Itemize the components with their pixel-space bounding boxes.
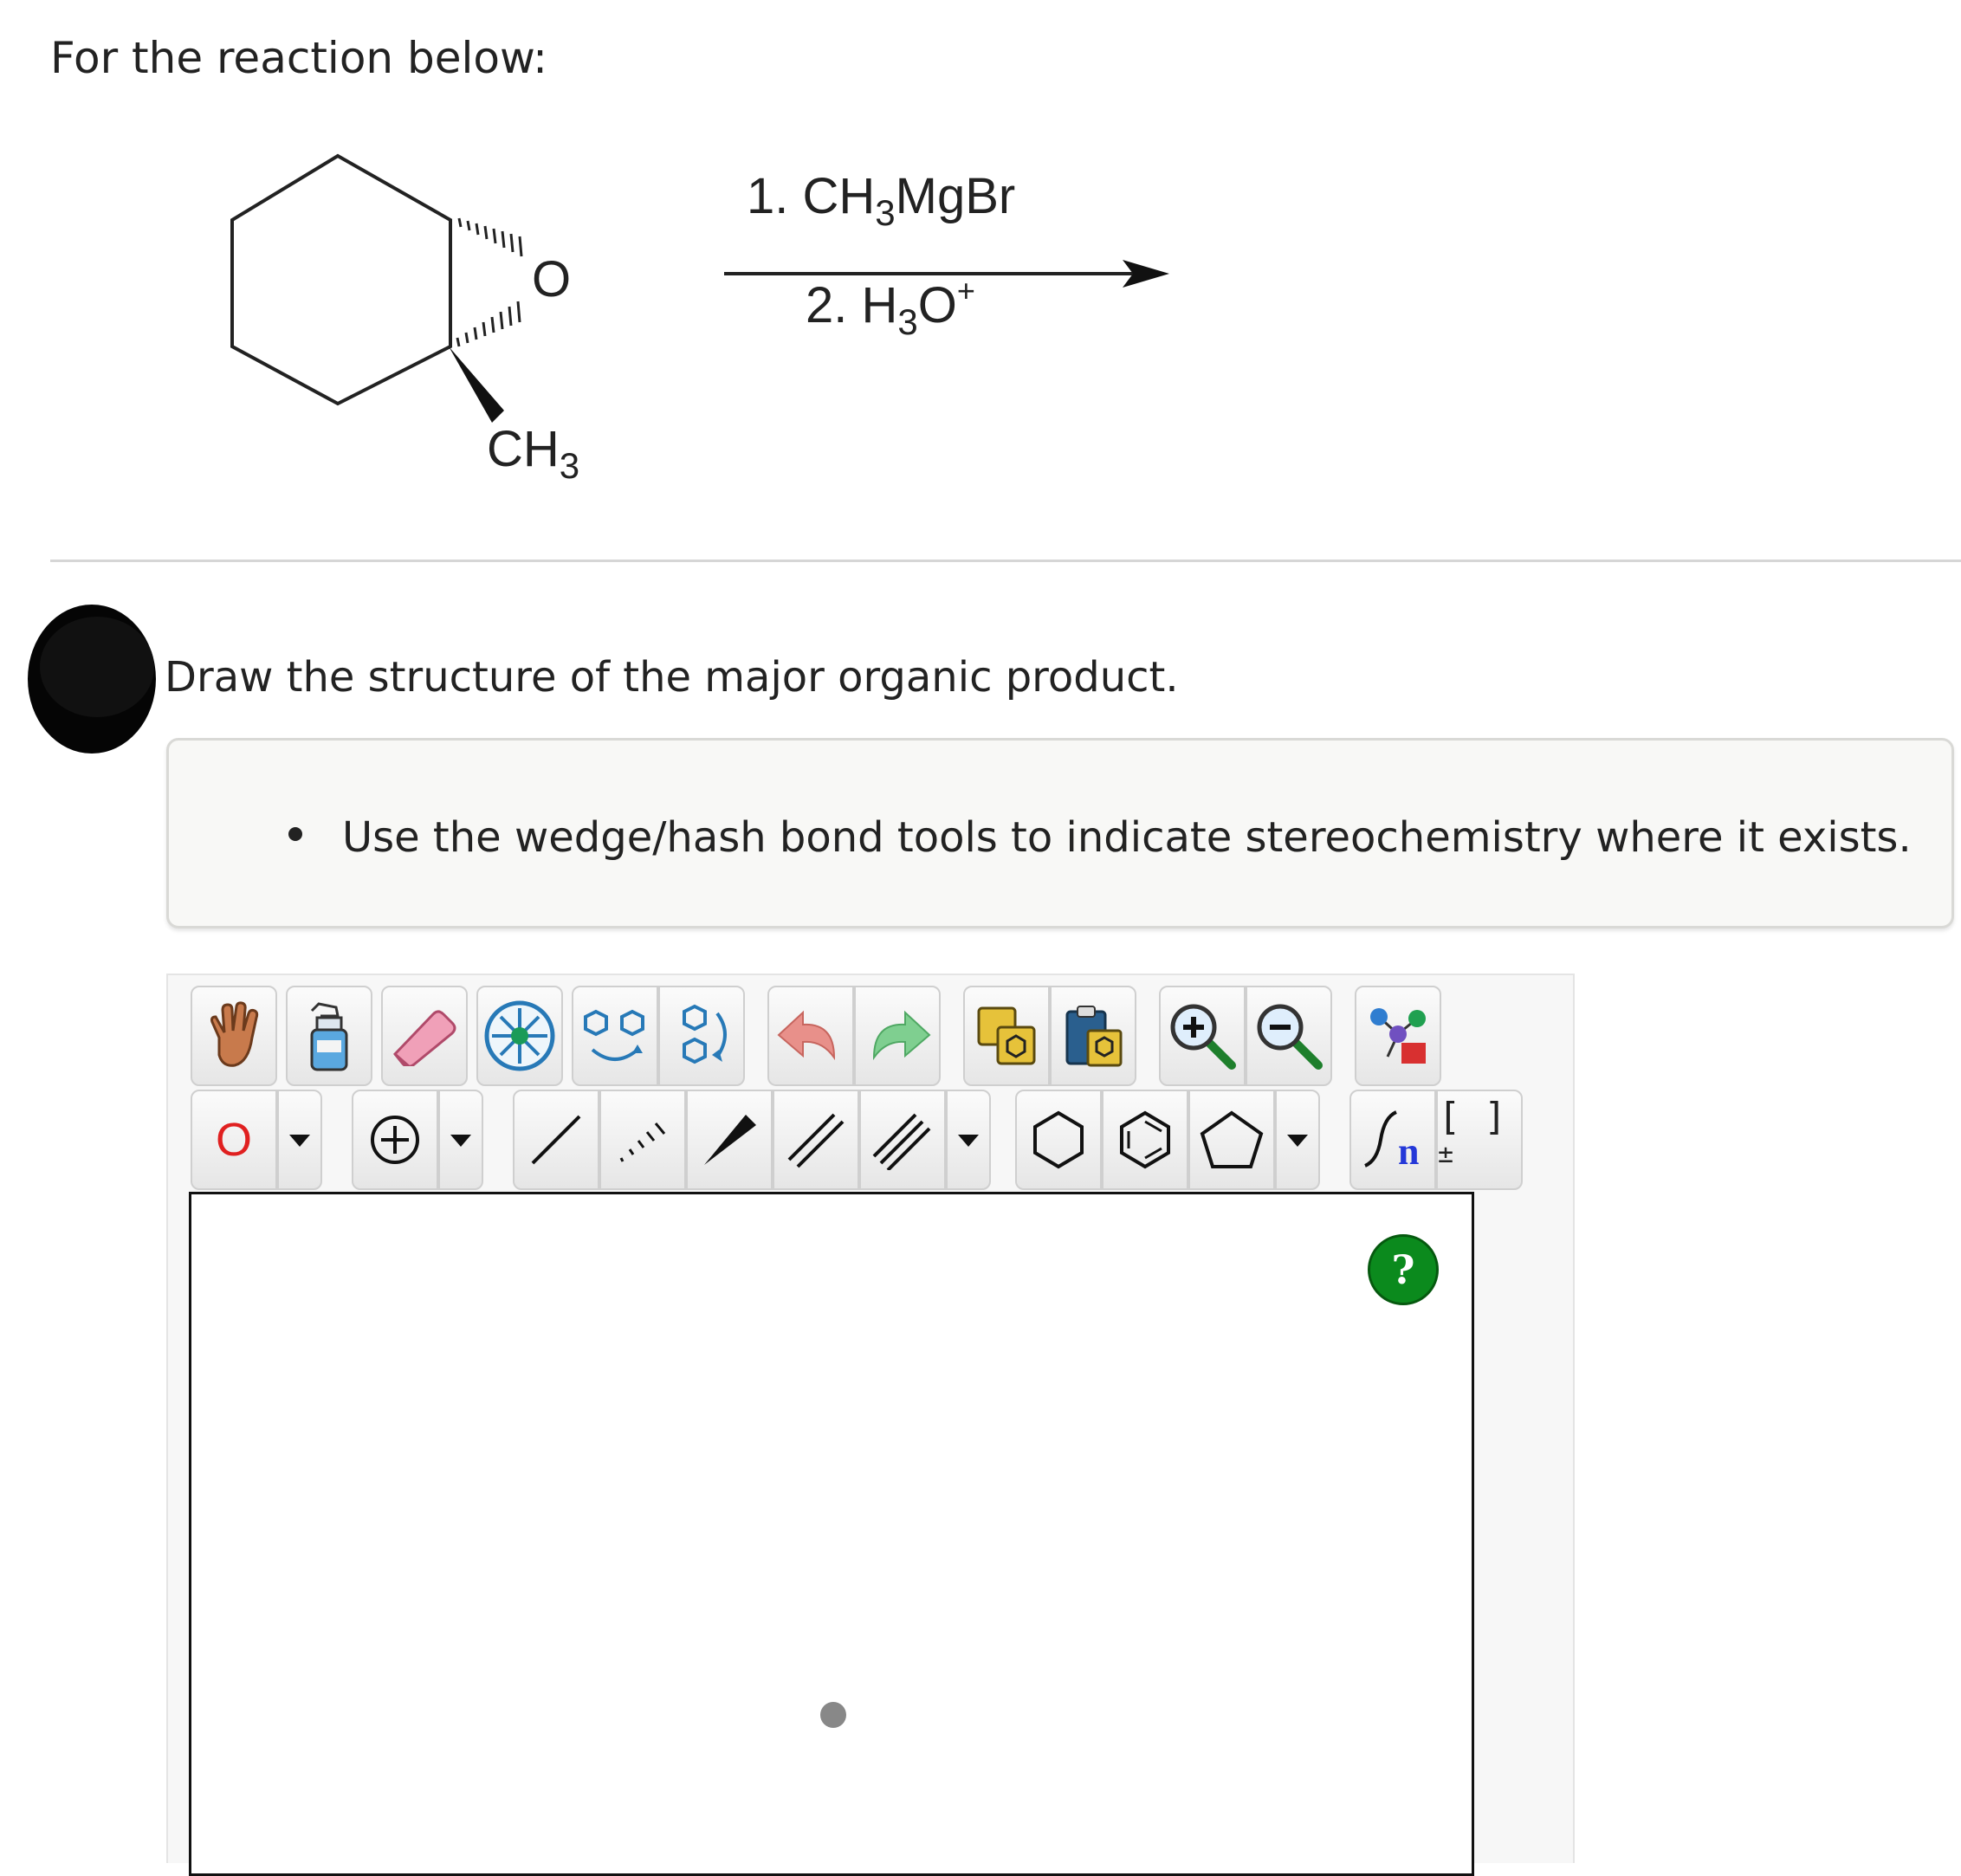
charge-button[interactable] <box>352 1090 438 1190</box>
undo-button[interactable] <box>767 986 854 1086</box>
hashed-bond-lower <box>456 301 521 347</box>
pentagon-icon <box>1200 1110 1264 1168</box>
hash-bond-button[interactable] <box>599 1090 686 1190</box>
question-text: Draw the structure of the major organic … <box>165 653 1179 702</box>
paste-button[interactable] <box>1050 986 1136 1086</box>
benzene-icon <box>1120 1110 1170 1169</box>
wedge-bond-button[interactable] <box>686 1090 773 1190</box>
move-tool-button[interactable] <box>191 986 277 1086</box>
molecule-tools-icon <box>1370 1008 1426 1064</box>
flip-vertical-icon <box>683 1004 727 1064</box>
reaction-scheme: O CH3 1. CH3MgBr 2. H3O+ <box>230 153 1169 486</box>
atom-element-dropdown[interactable] <box>277 1090 322 1190</box>
redo-arrow-icon <box>872 1010 931 1061</box>
flip-horizontal-icon <box>584 1009 644 1061</box>
triple-bond-icon <box>872 1113 931 1170</box>
bracket-charge-button[interactable]: [ ]± <box>1436 1090 1523 1190</box>
chevron-down-icon <box>1287 1135 1308 1147</box>
hand-icon <box>210 1001 259 1067</box>
template-wheel-icon <box>484 1000 555 1071</box>
zoom-out-icon <box>1257 1004 1323 1070</box>
clean-structure-button[interactable] <box>286 986 372 1086</box>
double-bond-icon <box>787 1113 845 1168</box>
charge-dropdown[interactable] <box>438 1090 483 1190</box>
wedge-bond <box>449 346 504 423</box>
hexagon-icon <box>1033 1110 1084 1169</box>
reagent-step-1: 1. CH3MgBr <box>747 168 1015 233</box>
atom-element-button[interactable]: O <box>191 1090 277 1190</box>
sgroup-button[interactable]: n <box>1349 1090 1436 1190</box>
undo-arrow-icon <box>777 1010 836 1061</box>
bracket-text: [ ] <box>1438 1094 1507 1139</box>
bracket-label: [ ]± <box>1438 1095 1521 1186</box>
redaction-scribble <box>28 605 156 754</box>
cyclohexane-ring <box>230 153 452 406</box>
hashed-bond-upper <box>457 217 523 257</box>
single-bond-button[interactable] <box>513 1090 599 1190</box>
spray-bottle-icon <box>310 1002 348 1071</box>
sgroup-n-label: n <box>1398 1130 1419 1173</box>
methyl-label: CH3 <box>487 421 579 486</box>
zoom-out-button[interactable] <box>1246 986 1332 1086</box>
ring-dropdown[interactable] <box>1275 1090 1320 1190</box>
triple-bond-button[interactable] <box>859 1090 946 1190</box>
section-divider <box>50 560 1961 562</box>
sgroup-icon: n <box>1364 1110 1419 1173</box>
hint-bullet <box>288 827 302 841</box>
single-bond-icon <box>531 1115 581 1165</box>
hint-text: Use the wedge/hash bond tools to indicat… <box>342 813 1912 862</box>
wedge-bond-icon <box>704 1115 756 1165</box>
drawing-canvas[interactable]: ? <box>189 1192 1474 1876</box>
prompt-text: For the reaction below: <box>50 33 547 83</box>
chevron-down-icon <box>958 1135 979 1147</box>
help-button[interactable]: ? <box>1368 1234 1439 1305</box>
copy-icon <box>977 1006 1036 1065</box>
hint-box: Use the wedge/hash bond tools to indicat… <box>166 738 1954 928</box>
bracket-sup: ± <box>1438 1138 1454 1169</box>
reagent-step-2: 2. H3O+ <box>806 273 975 342</box>
positive-charge-icon <box>371 1116 419 1164</box>
copy-button[interactable] <box>963 986 1050 1086</box>
cyclohexane-ring-button[interactable] <box>1015 1090 1102 1190</box>
cyclopentane-ring-button[interactable] <box>1188 1090 1275 1190</box>
eraser-icon <box>393 1010 456 1066</box>
atom-element-label: O <box>215 1114 252 1166</box>
canvas-cursor-dot <box>820 1702 846 1728</box>
zoom-in-icon <box>1170 1004 1236 1070</box>
epoxide-oxygen-label: O <box>532 251 571 307</box>
redo-button[interactable] <box>854 986 941 1086</box>
eraser-button[interactable] <box>381 986 468 1086</box>
bond-type-dropdown[interactable] <box>946 1090 991 1190</box>
double-bond-button[interactable] <box>773 1090 859 1190</box>
paste-clipboard-icon <box>1065 1006 1123 1067</box>
benzene-ring-button[interactable] <box>1102 1090 1188 1190</box>
hash-bond-icon <box>619 1122 666 1162</box>
zoom-in-button[interactable] <box>1159 986 1246 1086</box>
flip-horizontal-button[interactable] <box>572 986 658 1086</box>
calculate-properties-button[interactable] <box>1355 986 1441 1086</box>
chevron-down-icon <box>450 1135 471 1147</box>
template-button[interactable] <box>476 986 563 1086</box>
chevron-down-icon <box>289 1135 310 1147</box>
flip-vertical-button[interactable] <box>658 986 745 1086</box>
